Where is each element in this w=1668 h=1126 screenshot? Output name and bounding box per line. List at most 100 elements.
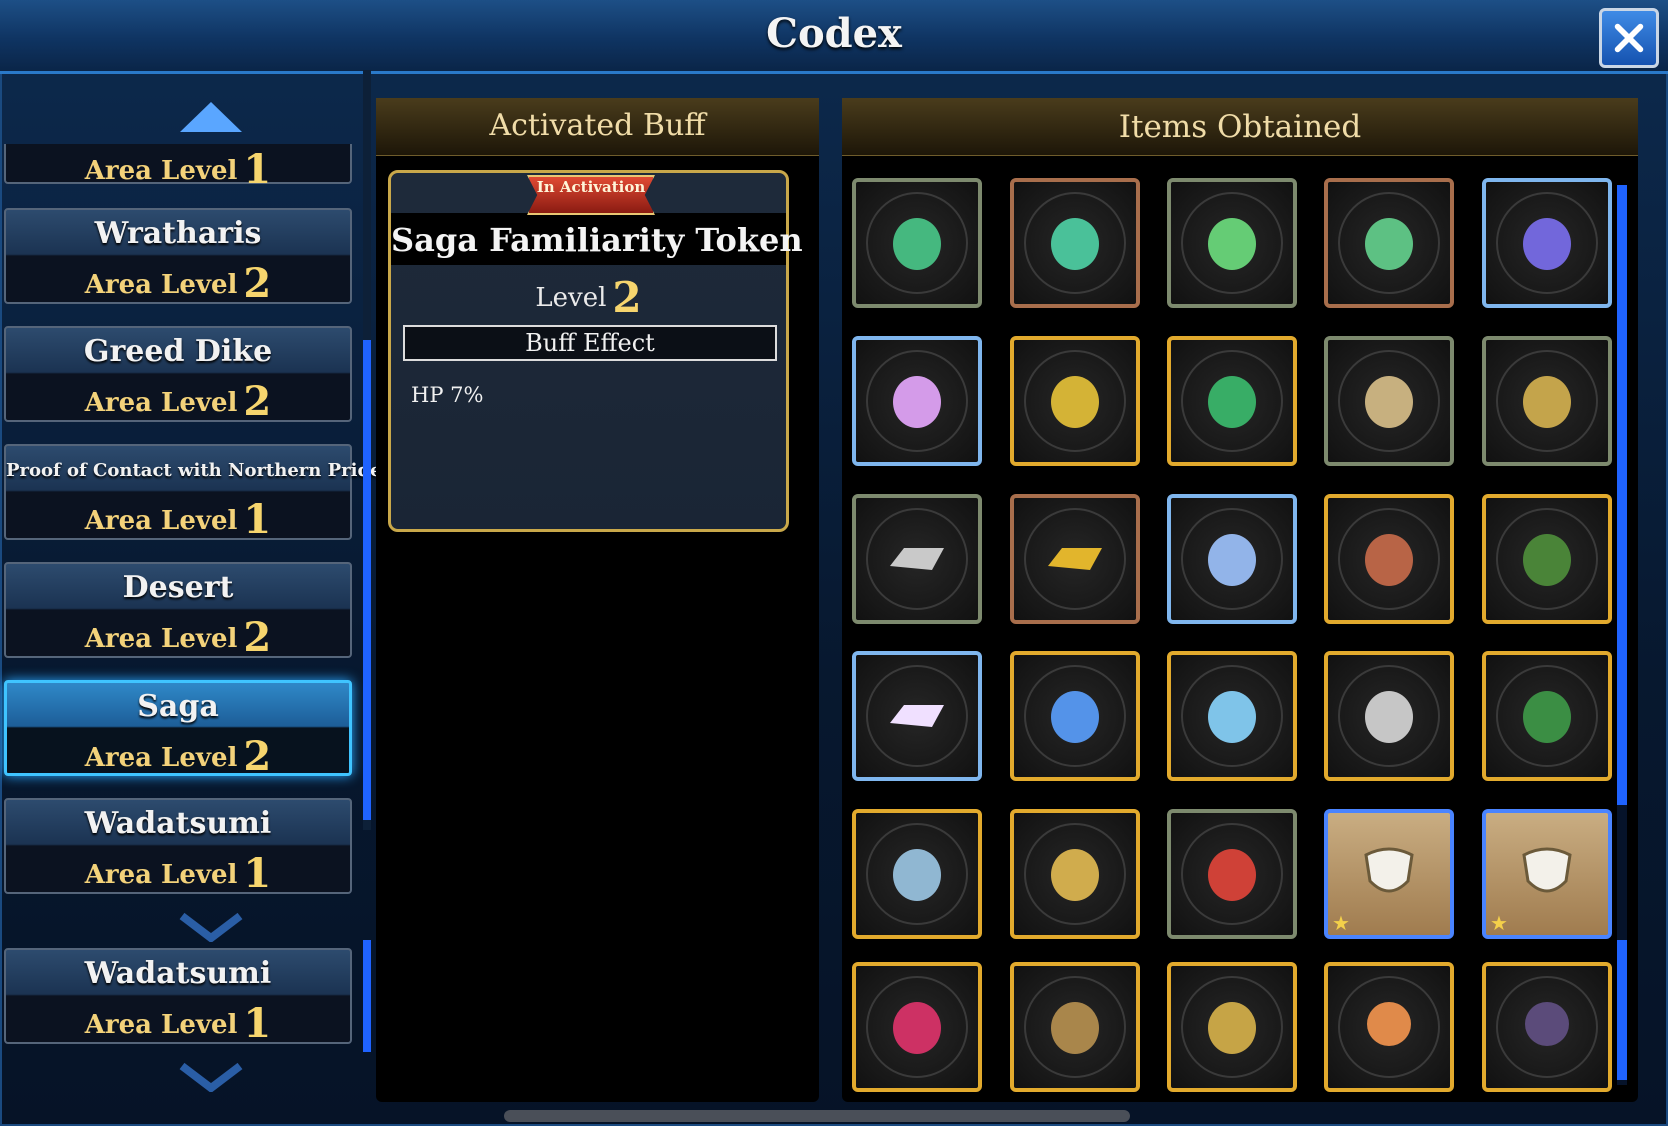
buff-name: Saga Familiarity Token <box>391 221 803 259</box>
leaf-cape-icon <box>1523 534 1571 586</box>
green-orb-icon <box>1208 376 1256 428</box>
bracer-icon <box>1523 691 1571 743</box>
area-item-desert[interactable]: Desert Area Level 2 <box>4 562 352 661</box>
title-bar: Codex <box>0 0 1668 74</box>
item-slot[interactable] <box>1482 178 1612 308</box>
area-item-wratharis[interactable]: Wratharis Area Level 2 <box>4 208 352 307</box>
item-slot[interactable]: ★ <box>1482 809 1612 939</box>
red-crystal-icon <box>1208 849 1256 901</box>
area-item-wadatsumi[interactable]: Wadatsumi Area Level 1 <box>4 798 352 897</box>
area-level-label: Area Level <box>84 270 238 300</box>
red-shards-icon <box>893 1002 941 1054</box>
buff-effect-header: Buff Effect <box>403 325 777 361</box>
buff-level-label: Level <box>535 283 607 313</box>
activated-buff-panel: Activated Buff In Activation Saga Famili… <box>376 98 819 1102</box>
item-slot[interactable] <box>852 494 982 624</box>
item-slot[interactable] <box>852 336 982 466</box>
item-slot[interactable] <box>852 651 982 781</box>
close-button[interactable] <box>1599 8 1659 68</box>
character-card-icon <box>1364 847 1414 893</box>
items-obtained-header: Items Obtained <box>842 98 1638 156</box>
gold-shield-icon <box>1051 849 1099 901</box>
area-level-value: 2 <box>243 614 272 661</box>
horizontal-scrollbar[interactable] <box>504 1110 1130 1122</box>
buff-card: In Activation Saga Familiarity Token Lev… <box>388 170 803 532</box>
maracas-icon <box>1523 376 1571 428</box>
item-slot[interactable] <box>1324 494 1454 624</box>
badge-text: In Activation <box>536 178 646 196</box>
item-slot[interactable] <box>1324 336 1454 466</box>
area-level-label: Area Level <box>84 860 238 890</box>
item-slot[interactable] <box>1167 809 1297 939</box>
area-level-label: Area Level <box>84 156 238 186</box>
area-level-value: 1 <box>243 850 272 897</box>
item-slot[interactable] <box>1482 651 1612 781</box>
area-level-value: 2 <box>243 733 272 780</box>
item-slot[interactable] <box>1167 651 1297 781</box>
scroll-up-icon[interactable] <box>178 100 244 136</box>
purple-creature-icon <box>1523 218 1571 270</box>
item-slot[interactable] <box>1324 651 1454 781</box>
area-level-label: Area Level <box>84 624 238 654</box>
hero-portrait-icon <box>1367 1002 1411 1046</box>
area-level-value: 1 <box>243 496 272 543</box>
crystal-shard-icon <box>1208 691 1256 743</box>
item-slot[interactable] <box>1010 809 1140 939</box>
area-level-value: 2 <box>243 378 272 425</box>
area-name: Desert <box>122 570 234 605</box>
mask-icon <box>1365 534 1413 586</box>
item-slot[interactable] <box>1010 336 1140 466</box>
area-name: Wadatsumi <box>84 806 272 841</box>
items-scrollbar-lower[interactable] <box>1617 940 1627 1080</box>
ribbons-icon <box>1051 376 1099 428</box>
area-level-value: 2 <box>243 260 272 307</box>
item-slot[interactable] <box>1482 962 1612 1092</box>
area-name: Wadatsumi <box>84 956 272 991</box>
item-slot[interactable] <box>1010 494 1140 624</box>
crystal-apple-icon <box>1208 534 1256 586</box>
item-slot[interactable] <box>1167 178 1297 308</box>
area-item-greed-dike[interactable]: Greed Dike Area Level 2 <box>4 326 352 425</box>
scroll-down-icon-2[interactable] <box>178 1062 244 1092</box>
items-obtained-title: Items Obtained <box>1118 109 1362 145</box>
buff-level: Level 2 <box>391 273 786 322</box>
buff-effect-text: HP 7% <box>411 383 484 407</box>
area-item-wadatsumi-duplicate[interactable]: Wadatsumi Area Level 1 <box>4 948 352 1047</box>
item-slot[interactable]: ★ <box>1324 809 1454 939</box>
rarity-star-icon: ★ <box>1490 911 1508 935</box>
item-slot[interactable] <box>1167 494 1297 624</box>
area-level-label: Area Level <box>84 388 238 418</box>
item-slot[interactable] <box>852 809 982 939</box>
green-robot-icon <box>1208 218 1256 270</box>
item-slot[interactable] <box>852 178 982 308</box>
item-slot[interactable] <box>1324 178 1454 308</box>
item-slot[interactable] <box>1010 651 1140 781</box>
area-name: Wratharis <box>94 216 262 251</box>
item-slot[interactable] <box>1167 962 1297 1092</box>
scroll-down-icon[interactable] <box>178 912 244 942</box>
rainbow-bar-icon <box>890 705 944 727</box>
item-slot[interactable] <box>1482 336 1612 466</box>
item-slot[interactable] <box>1010 178 1140 308</box>
hero-portrait-icon <box>1525 1002 1569 1046</box>
item-slot[interactable] <box>1010 962 1140 1092</box>
activated-buff-header: Activated Buff <box>376 98 819 156</box>
area-item-saga[interactable]: Saga Area Level 2 <box>4 680 352 780</box>
close-x-icon <box>1614 23 1644 53</box>
area-level-label: Area Level <box>84 506 238 536</box>
feather-necklace-icon <box>1365 376 1413 428</box>
list-scrollbar[interactable] <box>363 340 371 820</box>
item-slot[interactable] <box>1167 336 1297 466</box>
list-scrollbar-lower[interactable] <box>363 940 371 1052</box>
character-card-icon <box>1522 847 1572 893</box>
scroll-crystal-icon <box>1051 691 1099 743</box>
bow-icon <box>1051 1002 1099 1054</box>
item-slot[interactable] <box>1482 494 1612 624</box>
area-item-proof-of-contact[interactable]: Proof of Contact with Northern Pride Are… <box>4 444 382 543</box>
in-activation-badge: In Activation <box>527 175 655 215</box>
items-scrollbar[interactable] <box>1617 185 1627 805</box>
item-slot[interactable] <box>1324 962 1454 1092</box>
area-name: Proof of Contact with Northern Pride <box>6 460 382 481</box>
item-slot[interactable] <box>852 962 982 1092</box>
area-name: Saga <box>137 689 219 724</box>
